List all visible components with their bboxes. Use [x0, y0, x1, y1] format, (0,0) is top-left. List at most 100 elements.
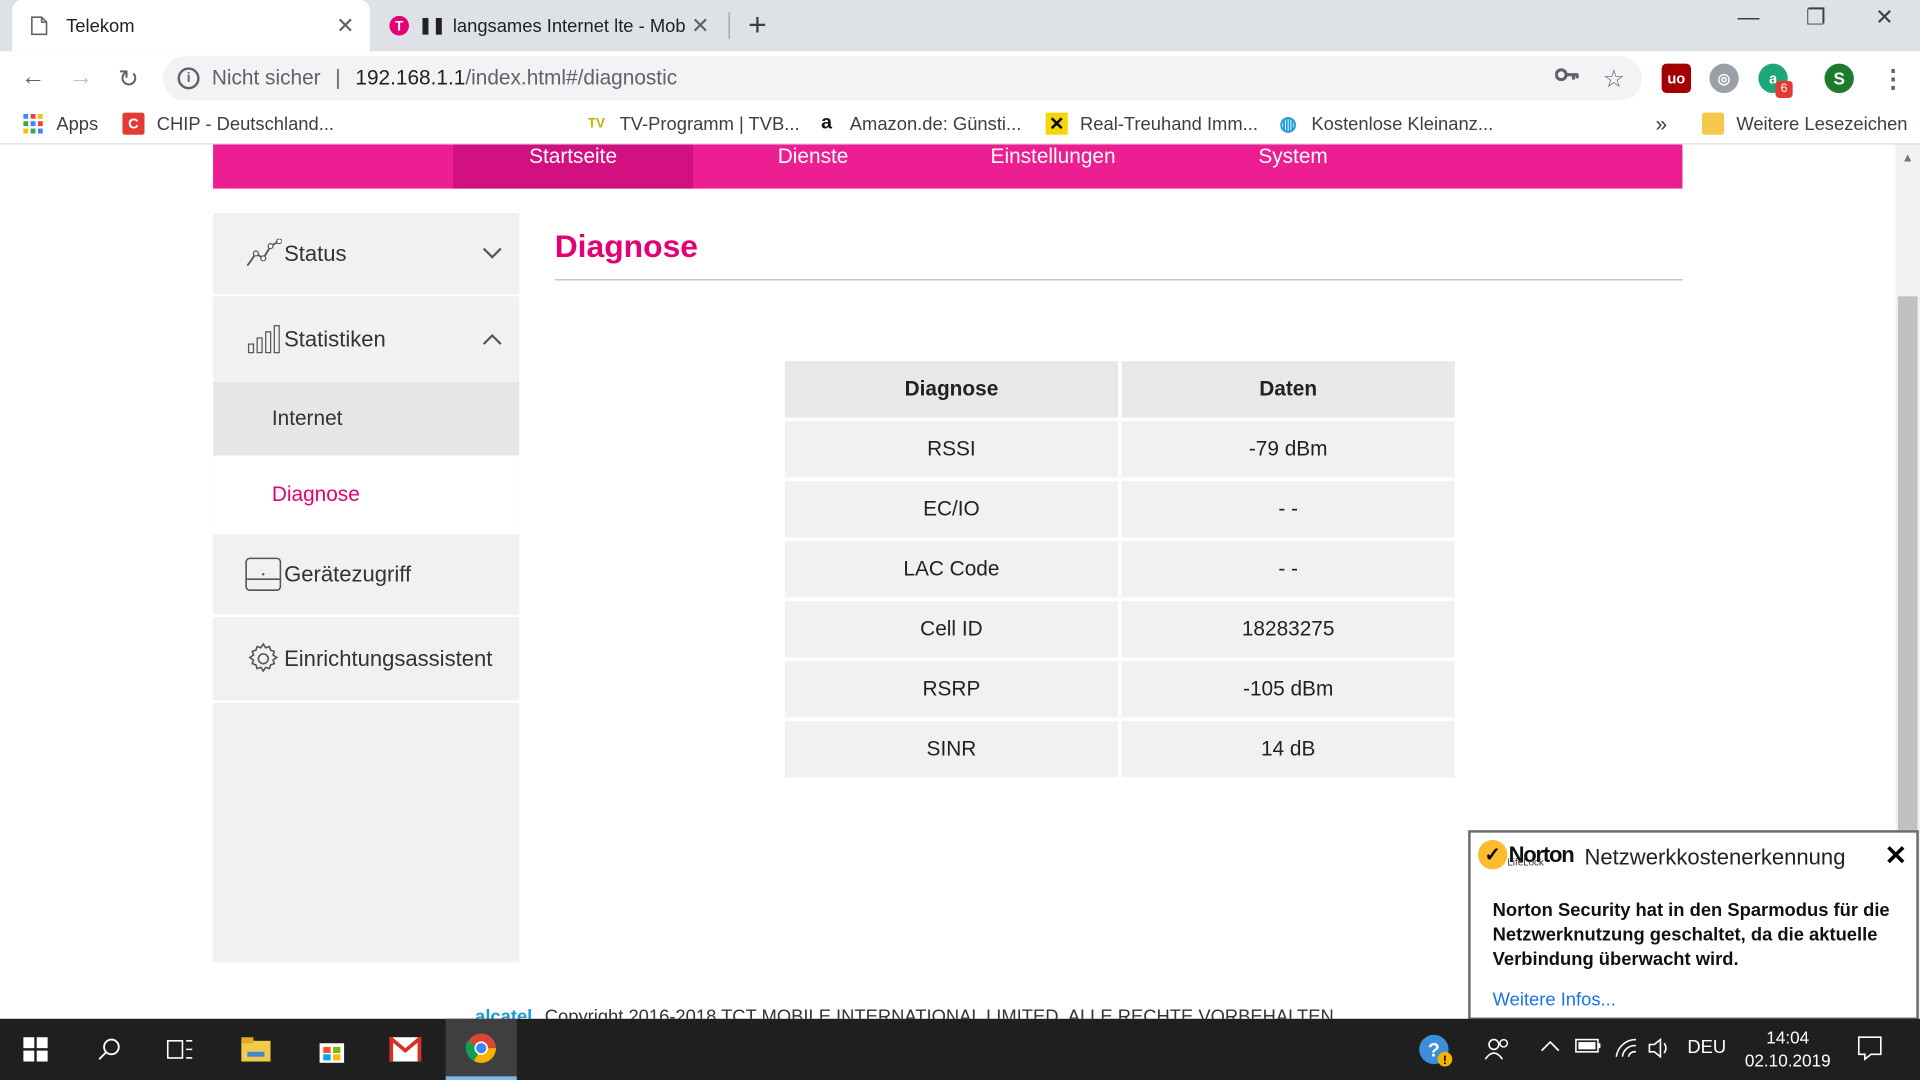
table-cell-value: 18283275	[1121, 601, 1455, 658]
lifelock-label: LifeLock	[1507, 857, 1544, 869]
bookmark-label: Amazon.de: Günsti...	[849, 113, 1022, 135]
gmail-icon[interactable]	[370, 1019, 441, 1080]
sidebar-label: Status	[284, 240, 347, 266]
table-row: SINR 14 dB	[784, 721, 1455, 778]
telekom-icon: T	[389, 15, 409, 36]
sidebar-label: Einrichtungsassistent	[284, 645, 493, 671]
tab-langsames-internet[interactable]: T ❚❚ langsames Internet lte - Mobi ✕	[375, 0, 725, 51]
tab-title: langsames Internet lte - Mobi	[452, 15, 686, 37]
url-host: 192.168.1.1	[355, 66, 466, 90]
bookmark-label: TV-Programm | TVB...	[619, 113, 800, 135]
system-clock[interactable]: 14:04 02.10.2019	[1739, 1026, 1837, 1073]
extension-badge: 6	[1775, 80, 1793, 98]
chevron-down-icon	[482, 244, 502, 264]
close-icon[interactable]: ✕	[1884, 840, 1907, 872]
bookmark-real-treuhand[interactable]: ✕ Real-Treuhand Imm...	[1045, 112, 1258, 135]
sidebar-subitem-internet[interactable]: Internet	[213, 382, 520, 456]
norton-notification: ✓ Norton LifeLock Netzwerkkostenerkennun…	[1468, 830, 1919, 1021]
profile-avatar[interactable]: S	[1824, 63, 1854, 94]
bookmark-tvb[interactable]: TV TV-Programm | TVB...	[585, 113, 800, 135]
table-cell-value: - -	[1121, 481, 1455, 538]
sidebar-label: Statistiken	[284, 326, 386, 351]
address-bar[interactable]: i Nicht sicher | 192.168.1.1 /index.html…	[162, 56, 1643, 101]
norton-check-icon: ✓	[1477, 840, 1508, 870]
forward-button[interactable]: →	[64, 64, 98, 92]
sidebar-subitem-diagnose[interactable]: Diagnose	[213, 455, 520, 534]
windows-start-icon[interactable]	[0, 1019, 71, 1080]
extension-icon[interactable]: ◎	[1709, 63, 1739, 94]
people-icon[interactable]	[1484, 1037, 1511, 1066]
table-row: EC/IO - -	[784, 481, 1455, 538]
task-view-icon[interactable]	[144, 1019, 215, 1080]
bookmark-kleinanzeigen[interactable]: ◍ Kostenlose Kleinanz...	[1277, 113, 1494, 135]
line-chart-icon	[245, 235, 282, 272]
column-header-diagnose: Diagnose	[784, 361, 1118, 418]
ublock-icon[interactable]: uo	[1661, 63, 1692, 94]
back-button[interactable]: ←	[16, 64, 50, 92]
tab-title: Telekom	[66, 15, 135, 37]
volume-icon[interactable]	[1647, 1037, 1674, 1064]
minimize-button[interactable]: —	[1727, 5, 1771, 31]
scroll-up-arrow-icon[interactable]: ▲	[1902, 152, 1914, 165]
nav-system[interactable]: System	[1173, 144, 1413, 188]
restore-button[interactable]: ❐	[1794, 5, 1838, 31]
nav-dienste[interactable]: Dienste	[693, 144, 933, 188]
new-tab-button[interactable]: +	[748, 9, 767, 41]
table-row: RSRP -105 dBm	[784, 661, 1455, 718]
security-label: Nicht sicher	[211, 66, 321, 90]
sidebar-item-status[interactable]: Status	[213, 213, 519, 294]
device-icon	[245, 556, 282, 593]
table-cell-value: - -	[1121, 541, 1455, 598]
table-row: RSSI -79 dBm	[784, 421, 1455, 478]
other-bookmarks[interactable]: Weitere Lesezeichen	[1702, 112, 1908, 135]
table-cell-label: Cell ID	[784, 601, 1118, 658]
search-icon[interactable]	[73, 1019, 144, 1080]
notification-center-icon[interactable]	[1856, 1035, 1883, 1067]
norton-message: Norton Security hat in den Sparmodus für…	[1492, 900, 1890, 970]
title-divider	[554, 279, 1683, 281]
help-icon[interactable]: ?!	[1418, 1033, 1455, 1072]
diagnostics-table: Diagnose Daten RSSI -79 dBm EC/IO - - LA…	[781, 358, 1458, 782]
sidebar-item-statistiken[interactable]: Statistiken	[213, 296, 519, 382]
key-icon[interactable]	[1554, 64, 1579, 90]
raiffeisen-icon: ✕	[1045, 112, 1068, 135]
chevron-up-icon[interactable]	[1540, 1037, 1560, 1058]
close-window-button[interactable]: ✕	[1862, 5, 1906, 31]
apps-grid-icon	[22, 113, 44, 135]
info-icon[interactable]: i	[177, 67, 200, 90]
top-navigation: Startseite Dienste Einstellungen System	[213, 144, 1683, 189]
table-cell-label: RSSI	[784, 421, 1118, 478]
file-explorer-icon[interactable]	[220, 1019, 291, 1080]
menu-icon[interactable]: ⋮	[1881, 64, 1905, 95]
more-info-link[interactable]: Weitere Infos...	[1493, 989, 1616, 1010]
bookmark-amazon[interactable]: a Amazon.de: Günsti...	[816, 113, 1022, 135]
page-title: Diagnose	[554, 227, 698, 265]
norton-title: Netzwerkkostenerkennung	[1584, 844, 1846, 870]
reload-button[interactable]: ↻	[111, 64, 145, 95]
address-separator: |	[335, 66, 341, 90]
nav-startseite[interactable]: Startseite	[453, 144, 694, 189]
pause-icon: ❚❚	[418, 15, 446, 35]
bookmarks-bar: Apps C CHIP - Deutschland... TV TV-Progr…	[0, 105, 1920, 145]
wifi-icon[interactable]	[1614, 1037, 1638, 1064]
input-language[interactable]: DEU	[1687, 1037, 1726, 1058]
sidebar-item-einrichtungsassistent[interactable]: Einrichtungsassistent	[213, 617, 519, 700]
sidebar-item-geraetezugriff[interactable]: Gerätezugriff	[213, 534, 519, 615]
bookmark-chip[interactable]: C CHIP - Deutschland...	[122, 112, 334, 135]
battery-icon[interactable]	[1575, 1037, 1602, 1059]
close-tab-icon[interactable]: ✕	[331, 13, 360, 39]
bookmark-apps[interactable]: Apps	[22, 113, 98, 135]
tab-telekom[interactable]: Telekom ✕	[12, 0, 370, 52]
bookmark-star-icon[interactable]: ☆	[1603, 64, 1625, 95]
chrome-taskbar-icon[interactable]	[445, 1018, 517, 1080]
store-icon[interactable]	[296, 1019, 367, 1080]
scrollbar-thumb[interactable]	[1897, 296, 1918, 860]
nav-einstellungen[interactable]: Einstellungen	[933, 144, 1173, 188]
bookmarks-overflow-button[interactable]: »	[1656, 113, 1668, 137]
clock-time: 14:04	[1766, 1027, 1810, 1047]
kleinanzeigen-icon: ◍	[1279, 113, 1297, 135]
chip-icon: C	[122, 112, 145, 135]
table-cell-label: EC/IO	[784, 481, 1118, 538]
close-tab-icon[interactable]: ✕	[686, 13, 715, 39]
table-cell-label: RSRP	[784, 661, 1118, 718]
